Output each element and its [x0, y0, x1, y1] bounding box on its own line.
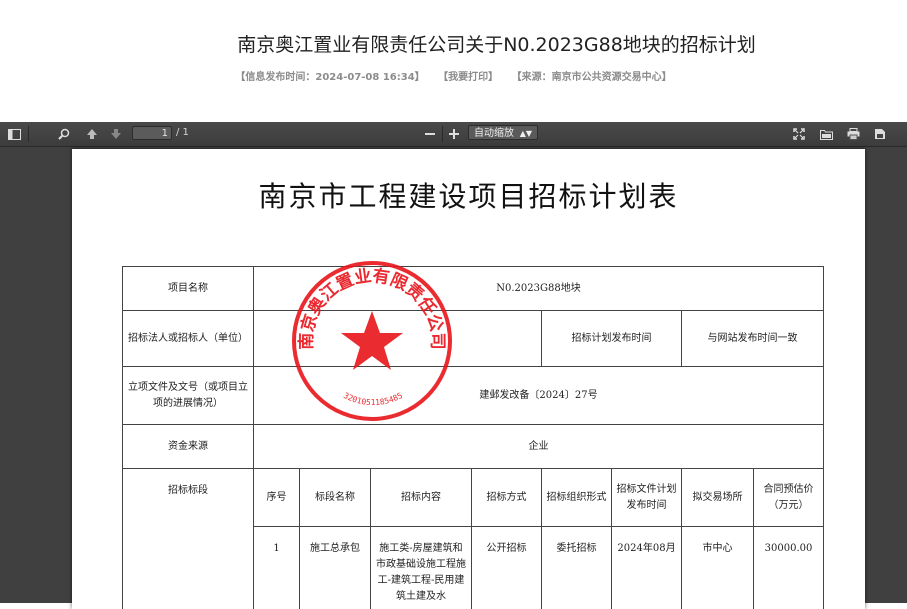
zoom-out-icon[interactable] [422, 126, 438, 142]
section-venue: 市中心 [682, 527, 754, 609]
section-header: 招标文件计划发布时间 [612, 469, 682, 527]
section-header: 拟交易场所 [682, 469, 754, 527]
pdf-page: 南京市工程建设项目招标计划表 项目名称 N0.2023G88地块 招标法人或招标… [72, 149, 865, 609]
table-row: 招标标段 序号 标段名称 招标内容 招标方式 招标组织形式 招标文件计划发布时间… [123, 469, 824, 527]
page-total: / 1 [176, 127, 189, 138]
tenderer-label: 招标法人或招标人（单位） [123, 311, 254, 367]
page-number-input[interactable]: 1 [132, 126, 172, 140]
pdf-viewer: 1 / 1 自动缩放 ▲▼ 南京市工程建设项目招标计划表 [0, 122, 907, 603]
section-header: 招标方式 [472, 469, 542, 527]
chevron-down-icon: ▲▼ [520, 126, 532, 141]
section-label: 招标标段 [123, 469, 254, 609]
arrow-up-icon[interactable] [84, 126, 100, 142]
section-header: 合同预估价（万元） [754, 469, 824, 527]
sidebar-toggle-icon[interactable] [6, 126, 22, 142]
section-header: 序号 [254, 469, 300, 527]
project-name-label: 项目名称 [123, 267, 254, 311]
print-icon[interactable] [845, 126, 861, 142]
fullscreen-icon[interactable] [791, 126, 807, 142]
tenderer-value [254, 311, 542, 367]
page-header: 南京奥江置业有限责任公司关于N0.2023G88地块的招标计划 【信息发布时间：… [0, 0, 907, 122]
download-icon[interactable] [872, 126, 888, 142]
approval-value: 建邺发改备〔2024〕27号 [254, 367, 824, 425]
section-method: 公开招标 [472, 527, 542, 609]
section-header: 招标内容 [371, 469, 472, 527]
publish-time: 【信息发布时间：2024-07-08 16:34】 [235, 72, 424, 83]
publish-meta: 【信息发布时间：2024-07-08 16:34】 【我要打印】 【来源：南京市… [0, 68, 907, 83]
fund-value: 企业 [254, 425, 824, 469]
table-row: 招标法人或招标人（单位） 招标计划发布时间 与网站发布时间一致 [123, 311, 824, 367]
section-no: 1 [254, 527, 300, 609]
section-name: 施工总承包 [300, 527, 371, 609]
search-icon[interactable] [56, 126, 72, 142]
table-row: 立项文件及文号（或项目立项的进展情况） 建邺发改备〔2024〕27号 [123, 367, 824, 425]
document-title: 南京市工程建设项目招标计划表 [72, 175, 865, 215]
section-content: 施工类-房屋建筑和市政基础设施工程施工-建筑工程-民用建筑土建及水 [371, 527, 472, 609]
section-price: 30000.00 [754, 527, 824, 609]
table-row: 资金来源 企业 [123, 425, 824, 469]
project-name-value: N0.2023G88地块 [254, 267, 824, 311]
section-header: 标段名称 [300, 469, 371, 527]
zoom-select-value: 自动缩放 [474, 128, 514, 139]
plan-publish-value: 与网站发布时间一致 [682, 311, 824, 367]
open-file-icon[interactable] [818, 126, 834, 142]
section-header: 招标组织形式 [542, 469, 612, 527]
table-row: 项目名称 N0.2023G88地块 [123, 267, 824, 311]
plan-publish-label: 招标计划发布时间 [542, 311, 682, 367]
source-text: 【来源：南京市公共资源交易中心】 [512, 72, 672, 83]
section-doc-time: 2024年08月 [612, 527, 682, 609]
fund-label: 资金来源 [123, 425, 254, 469]
print-link[interactable]: 【我要打印】 [438, 72, 498, 83]
tender-plan-table: 项目名称 N0.2023G88地块 招标法人或招标人（单位） 招标计划发布时间 … [122, 266, 824, 609]
approval-label: 立项文件及文号（或项目立项的进展情况） [123, 367, 254, 425]
zoom-in-icon[interactable] [446, 126, 462, 142]
arrow-down-icon[interactable] [108, 126, 124, 142]
zoom-select[interactable]: 自动缩放 ▲▼ [468, 125, 538, 140]
section-org: 委托招标 [542, 527, 612, 609]
page-title: 南京奥江置业有限责任公司关于N0.2023G88地块的招标计划 [0, 30, 907, 57]
pdf-toolbar: 1 / 1 自动缩放 ▲▼ [0, 122, 907, 147]
